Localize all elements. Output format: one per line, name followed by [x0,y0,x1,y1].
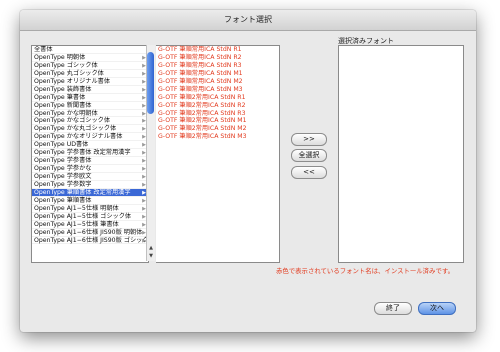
category-item[interactable]: OpenType 学参書体 ▶ [32,157,148,166]
category-item-label: OpenType 丸ゴシック体 [34,69,104,77]
category-item-label: OpenType AJ1−6仕様 JIS90版 ゴシック [34,236,149,244]
category-item-label: OpenType オリジナル書体 [34,77,111,85]
category-item-label: OpenType 学参書体 [34,157,92,165]
category-item[interactable]: OpenType 学参書体 改定常用漢字 ▶ [32,149,148,158]
window-title: フォント選択 [20,10,476,31]
font-list-item[interactable]: G-OTF 筆順常用ICA StdN R1 [156,46,279,54]
category-item[interactable]: OpenType 明朝体 ▶ [32,54,148,62]
quit-button[interactable]: 終了 [374,302,412,315]
category-item[interactable]: OpenType AJ1−5仕様 明朝体 ▶ [32,205,148,213]
remove-button[interactable]: << [291,166,327,179]
category-item[interactable]: OpenType 筆順書体 改定常用漢字 ▶ [32,188,148,197]
font-list-item[interactable]: G-OTF 筆順2常用ICA StdN R2 [156,102,279,110]
category-item[interactable]: OpenType 装飾書体 ▶ [32,86,148,94]
category-item-label: OpenType AJ1−5仕様 筆書体 [34,220,119,228]
category-item-label: OpenType ゴシック体 [34,61,98,69]
category-item[interactable]: OpenType AJ1−5仕様 筆書体 ▶ [32,221,148,229]
next-button[interactable]: 次へ [418,302,456,315]
category-item[interactable]: 全書体 [32,46,148,54]
category-item-label: OpenType 筆書体 [34,93,86,101]
select-all-button[interactable]: 全選択 [291,149,327,162]
font-list-item[interactable]: G-OTF 筆順常用ICA StdN R2 [156,54,279,62]
category-item[interactable]: OpenType 筆書体 ▶ [32,94,148,102]
category-item-label: OpenType 筆順書体 [34,196,92,204]
category-item-label: OpenType AJ1−5仕様 明朝体 [34,204,119,212]
category-item[interactable]: OpenType ゴシック体 ▶ [32,62,148,70]
category-item[interactable]: OpenType AJ1−6仕様 JIS90版 明朝体 ▶ [32,229,148,237]
category-item-label: OpenType AJ1−6仕様 JIS90版 明朝体 [34,228,143,236]
category-item-label: OpenType UD書体 [34,141,89,149]
installed-note: 赤色で表示されているフォント名は、インストール済みです。 [276,267,454,275]
category-item-label: OpenType 新聞書体 [34,101,92,109]
category-item-label: OpenType 明朝体 [34,53,86,61]
category-item-label: OpenType かなゴシック体 [34,117,111,125]
font-list-item[interactable]: G-OTF 筆順2常用ICA StdN M3 [156,133,279,141]
category-item-label: OpenType かな丸ゴシック体 [34,125,117,133]
category-item-label: OpenType 筆順書体 改定常用漢字 [34,188,131,196]
selected-fonts-list[interactable] [338,45,464,263]
category-item-label: OpenType かなオリジナル書体 [34,133,123,141]
category-scroll-thumb[interactable] [147,52,154,114]
category-item[interactable]: OpenType 丸ゴシック体 ▶ [32,70,148,78]
category-item[interactable]: OpenType 筆順書体 ▶ [32,197,148,205]
category-item[interactable]: OpenType オリジナル書体 ▶ [32,78,148,86]
font-list-item[interactable]: G-OTF 筆順常用ICA StdN M1 [156,70,279,78]
category-item-label: OpenType 学参数字 [34,180,92,188]
font-list[interactable]: G-OTF 筆順常用ICA StdN R1 G-OTF 筆順常用ICA StdN … [156,45,280,263]
scroll-up-arrow[interactable]: ▲ [147,245,155,251]
category-item-label: 全書体 [34,46,53,53]
font-list-item[interactable]: G-OTF 筆順常用ICA StdN M2 [156,78,279,86]
category-item-label: OpenType かな明朝体 [34,109,98,117]
category-item-label: OpenType 学参書体 改定常用漢字 [34,149,131,157]
category-item[interactable]: OpenType 学参かな ▶ [32,165,148,173]
category-item-label: OpenType 学参かな [34,165,92,173]
category-item-label: OpenType 学参欧文 [34,173,92,180]
scroll-down-arrow[interactable]: ▼ [147,253,155,259]
category-item[interactable]: OpenType 学参数字 ▶ [32,181,148,189]
category-item[interactable]: OpenType UD書体 ▶ [32,141,148,150]
category-item[interactable]: OpenType 学参欧文 ▶ [32,173,148,181]
category-item[interactable]: OpenType 新聞書体 ▶ [32,102,148,110]
add-button[interactable]: >> [291,133,327,146]
font-list-item[interactable]: G-OTF 筆順2常用ICA StdN R1 [156,94,279,102]
category-item-label: OpenType 装飾書体 [34,85,92,93]
category-item[interactable]: OpenType AJ1−6仕様 JIS90版 ゴシック ▶ [32,237,148,245]
category-item[interactable]: OpenType AJ1−5仕様 ゴシック体 ▶ [32,213,148,221]
font-list-item[interactable]: G-OTF 筆順常用ICA StdN M3 [156,86,279,94]
font-category-list[interactable]: 全書体 OpenType 明朝体 ▶ OpenType ゴシック体 ▶ OpenType … [31,45,149,263]
font-list-item[interactable]: G-OTF 筆順常用ICA StdN R3 [156,62,279,70]
category-item-label: OpenType AJ1−5仕様 ゴシック体 [34,212,132,220]
